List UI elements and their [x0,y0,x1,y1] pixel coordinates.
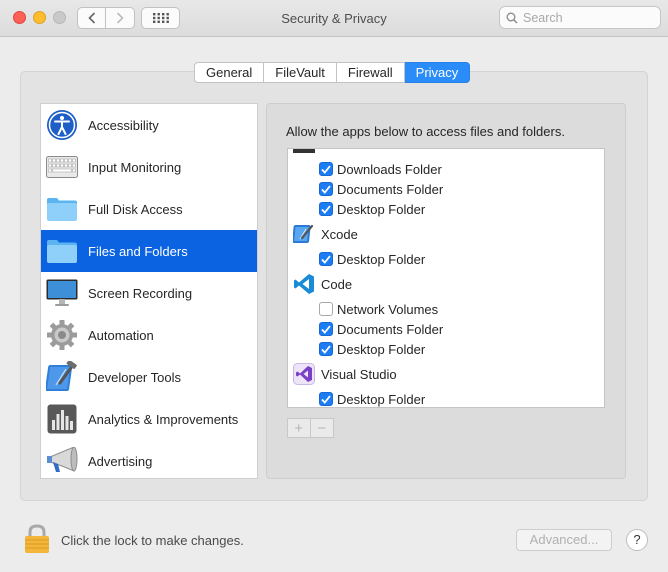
folder-icon [45,192,79,226]
folder-icon [45,234,79,268]
lock-status-text: Click the lock to make changes. [61,533,244,548]
checkmark-icon [321,394,331,404]
checkbox-checked[interactable] [319,252,333,266]
checkmark-icon [321,184,331,194]
checkmark-icon [321,204,331,214]
checkmark-icon [321,254,331,264]
tab-privacy[interactable]: Privacy [404,62,471,83]
sidebar-item-screen-recording[interactable]: Screen Recording [41,272,257,314]
advanced-button[interactable]: Advanced... [516,529,612,551]
checkbox-checked[interactable] [319,182,333,196]
tab-firewall[interactable]: Firewall [336,62,405,83]
permission-label: Network Volumes [337,301,439,317]
sidebar-item-label: Accessibility [88,117,159,133]
checkbox-checked[interactable] [319,342,333,356]
search-icon [506,12,518,24]
checkbox-checked[interactable] [319,322,333,336]
sidebar-item-label: Input Monitoring [88,159,182,175]
sidebar-item-developer-tools[interactable]: Developer Tools [41,356,257,398]
privacy-category-list: Accessibility Input Monitoring Full Disk… [40,103,258,479]
preferences-window: Security & Privacy General FileVault Fir… [0,0,668,572]
add-remove-control: + − [287,418,334,438]
app-permission-list[interactable]: Downloads Folder Documents Folder Deskto… [287,148,605,408]
add-app-button[interactable]: + [288,419,311,437]
permission-label: Desktop Folder [337,341,426,357]
permission-label: Desktop Folder [337,201,426,217]
app-label: Code [321,276,353,292]
app-row-code[interactable]: Code [288,271,604,297]
sidebar-item-label: Files and Folders [88,243,188,259]
tab-bar: General FileVault Firewall Privacy [194,62,471,83]
tab-general[interactable]: General [194,62,265,83]
permission-row-network-volumes[interactable]: Network Volumes [288,299,604,319]
sidebar-item-analytics[interactable]: Analytics & Improvements [41,398,257,440]
app-row-xcode[interactable]: Xcode [288,221,604,247]
search-field[interactable] [499,6,661,29]
tab-filevault[interactable]: FileVault [264,62,337,83]
app-label: Xcode [321,226,358,242]
title-bar: Security & Privacy [0,0,668,37]
sidebar-item-files-and-folders[interactable]: Files and Folders [41,230,257,272]
checkmark-icon [321,324,331,334]
hammer-icon [45,360,79,394]
sidebar-item-full-disk-access[interactable]: Full Disk Access [41,188,257,230]
megaphone-icon [45,444,79,478]
remove-app-button[interactable]: − [311,419,333,437]
sidebar-item-label: Analytics & Improvements [88,411,239,427]
permission-row-documents[interactable]: Documents Folder [288,179,604,199]
display-icon [45,276,79,310]
checkbox-checked[interactable] [319,202,333,216]
checkmark-icon [321,344,331,354]
search-input[interactable] [523,10,653,25]
scrolled-app-icon-edge [293,149,315,153]
sidebar-item-label: Developer Tools [88,369,181,385]
permission-row-desktop[interactable]: Desktop Folder [288,339,604,359]
lock-button[interactable] [24,524,50,554]
permission-label: Downloads Folder [337,161,442,177]
sidebar-item-label: Advertising [88,453,153,469]
accessibility-icon [45,108,79,142]
visual-studio-icon [293,363,315,385]
gear-icon [45,318,79,352]
vscode-icon [293,273,315,295]
sidebar-item-label: Automation [88,327,154,343]
permission-label: Desktop Folder [337,251,426,267]
sidebar-item-advertising[interactable]: Advertising [41,440,257,482]
app-row-visual-studio[interactable]: Visual Studio [288,361,604,387]
bar-chart-icon [45,402,79,436]
lock-icon [25,524,49,553]
checkmark-icon [321,164,331,174]
permission-label: Documents Folder [337,321,444,337]
checkbox-checked[interactable] [319,392,333,406]
content-description: Allow the apps below to access files and… [286,124,565,139]
sidebar-item-accessibility[interactable]: Accessibility [41,104,257,146]
xcode-icon [293,223,315,245]
permission-row-desktop[interactable]: Desktop Folder [288,249,604,269]
sidebar-item-automation[interactable]: Automation [41,314,257,356]
permission-row-desktop[interactable]: Desktop Folder [288,389,604,407]
permission-label: Documents Folder [337,181,444,197]
sidebar-item-label: Screen Recording [88,285,193,301]
permission-row-desktop[interactable]: Desktop Folder [288,199,604,219]
keyboard-icon [45,150,79,184]
help-button[interactable]: ? [626,529,648,551]
permission-row-documents[interactable]: Documents Folder [288,319,604,339]
app-label: Visual Studio [321,366,397,382]
sidebar-item-input-monitoring[interactable]: Input Monitoring [41,146,257,188]
permission-label: Desktop Folder [337,391,426,407]
sidebar-item-label: Full Disk Access [88,201,183,217]
checkbox-checked[interactable] [319,162,333,176]
checkbox-unchecked[interactable] [319,302,333,316]
permission-row-downloads[interactable]: Downloads Folder [288,159,604,179]
